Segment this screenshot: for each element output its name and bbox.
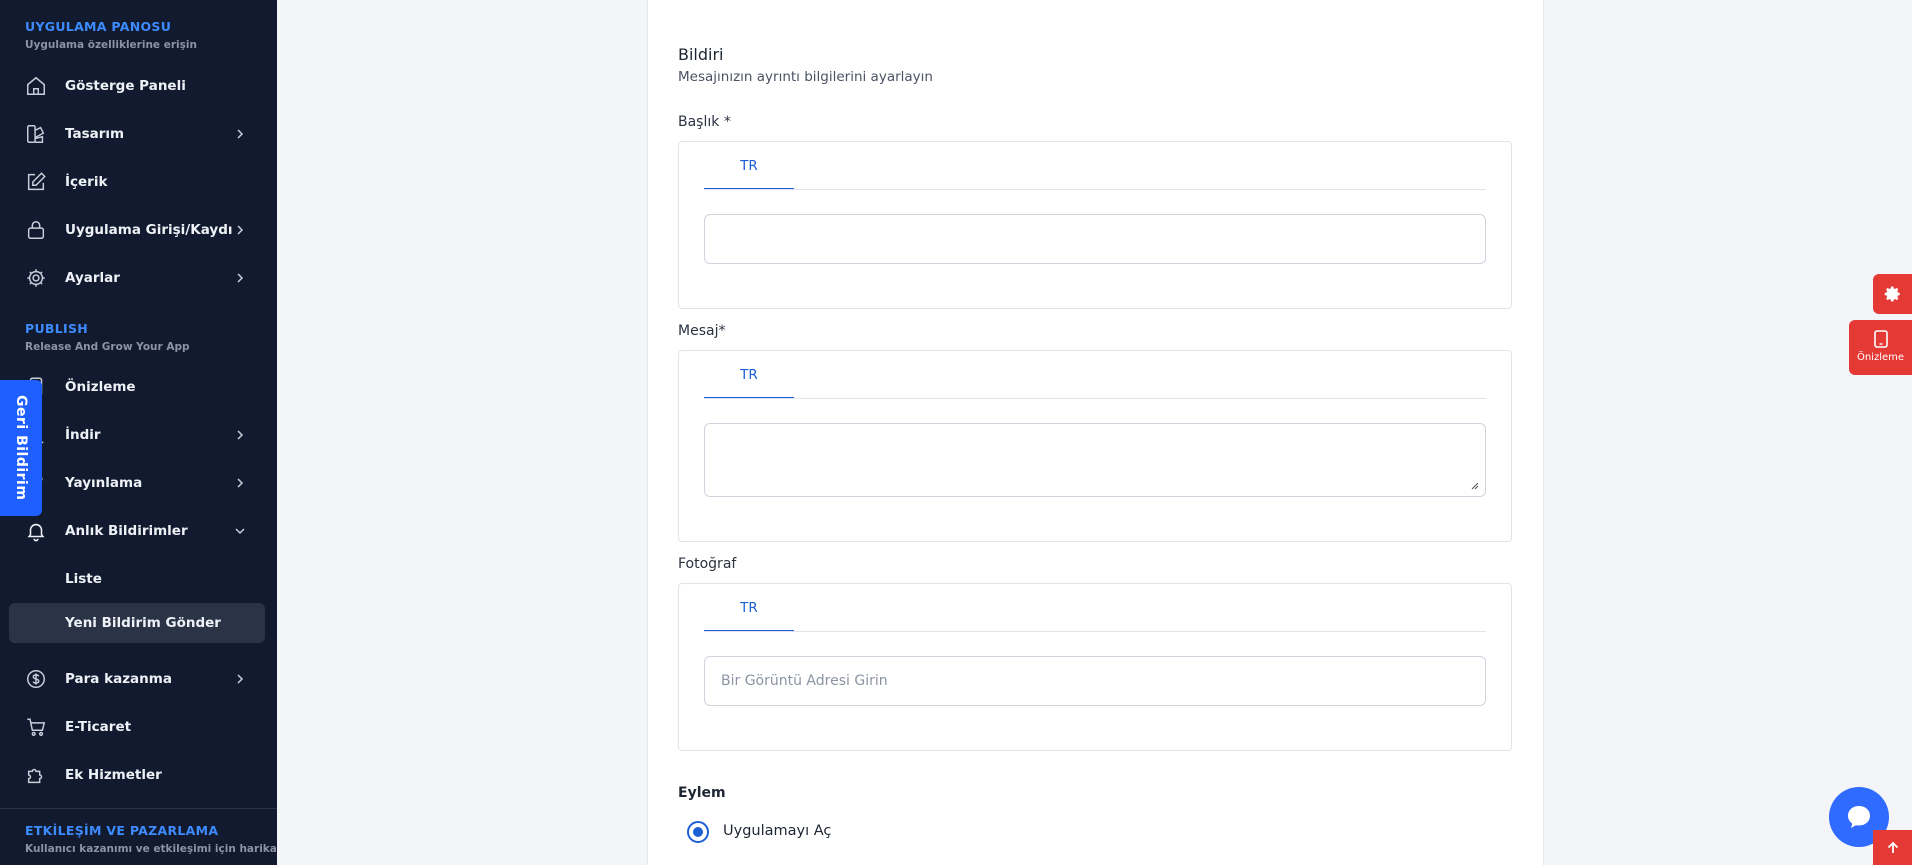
cart-icon: [25, 716, 47, 738]
message-textarea[interactable]: [704, 423, 1486, 497]
photo-field-box: TR: [678, 583, 1512, 751]
sidebar-item-label: Ayarlar: [65, 270, 120, 286]
feedback-tab[interactable]: Geri Bildirim: [0, 380, 42, 516]
sidebar-subitem-list[interactable]: Liste: [65, 571, 102, 587]
sidebar-item-push-notifications[interactable]: Anlık Bildirimler: [0, 511, 277, 551]
page-title: Bildiri: [678, 45, 724, 64]
photo-field-label: Fotoğraf: [678, 556, 737, 572]
puzzle-icon: [25, 764, 47, 786]
section-subtitle-app-dashboard: Uygulama özelliklerine erişin: [25, 39, 197, 51]
tab-underline: [704, 398, 1486, 399]
section-subtitle-engagement: Kullanıcı kazanımı ve etkileşimi için ha…: [25, 843, 277, 855]
title-input[interactable]: [704, 214, 1486, 264]
preview-float-label: Önizleme: [1856, 352, 1905, 363]
feedback-label: Geri Bildirim: [13, 395, 29, 501]
sidebar-item-content[interactable]: İçerik: [0, 162, 277, 202]
gear-icon: [25, 267, 47, 289]
arrow-up-icon: [1887, 841, 1898, 853]
section-subtitle-publish: Release And Grow Your App: [25, 341, 190, 353]
sidebar-item-label: Uygulama Girişi/Kaydı: [65, 222, 233, 238]
sidebar-item-login[interactable]: Uygulama Girişi/Kaydı: [0, 210, 277, 250]
sidebar-item-label: Gösterge Paneli: [65, 78, 186, 94]
chevron-right-icon: [234, 429, 246, 441]
sidebar-item-ecommerce[interactable]: E-Ticaret: [0, 707, 277, 747]
sidebar-item-monetize[interactable]: Para kazanma: [0, 659, 277, 699]
scroll-top-button[interactable]: [1873, 830, 1912, 865]
sidebar-item-label: Tasarım: [65, 126, 125, 142]
section-title-engagement: ETKİLEŞİM VE PAZARLAMA: [25, 823, 219, 838]
sidebar-item-label: E-Ticaret: [65, 719, 132, 735]
tab-underline: [704, 631, 1486, 632]
sidebar-item-dashboard[interactable]: Gösterge Paneli: [0, 66, 277, 106]
sidebar-item-label: Anlık Bildirimler: [65, 523, 188, 539]
open-app-radio[interactable]: [687, 821, 709, 843]
chevron-right-icon: [234, 673, 246, 685]
section-title-publish: PUBLISH: [25, 321, 89, 336]
palette-icon: [25, 123, 47, 145]
settings-float-button[interactable]: [1873, 274, 1912, 314]
tab-tr[interactable]: TR: [704, 600, 794, 616]
sidebar-item-label: Yayınlama: [65, 475, 143, 491]
home-icon: [25, 75, 47, 97]
phone-icon: [1874, 330, 1888, 348]
chevron-right-icon: [234, 272, 246, 284]
page-subtitle: Mesajınızın ayrıntı bilgilerini ayarlayı…: [678, 69, 933, 85]
preview-float-button[interactable]: Önizleme: [1849, 320, 1912, 375]
dollar-icon: [25, 668, 47, 690]
sidebar-item-label: Para kazanma: [65, 671, 172, 687]
sidebar-item-settings[interactable]: Ayarlar: [0, 258, 277, 298]
message-field-label: Mesaj*: [678, 323, 726, 339]
chat-bubble-icon: [1848, 806, 1870, 828]
tab-tr[interactable]: TR: [704, 158, 794, 174]
sidebar-divider: [0, 808, 277, 809]
sidebar-subitem-new-notification[interactable]: Yeni Bildirim Gönder: [65, 615, 221, 631]
title-field-box: TR: [678, 141, 1512, 309]
chevron-right-icon: [234, 128, 246, 140]
title-field-label: Başlık *: [678, 114, 731, 130]
sidebar-item-label: İndir: [65, 427, 101, 443]
gear-icon: [1884, 286, 1900, 302]
sidebar-item-addons[interactable]: Ek Hizmetler: [0, 755, 277, 795]
lock-icon: [25, 219, 47, 241]
resize-grip-icon[interactable]: [1469, 480, 1479, 490]
image-url-input[interactable]: [704, 656, 1486, 706]
action-label: Eylem: [678, 785, 726, 801]
sidebar-item-label: Önizleme: [65, 379, 136, 395]
edit-icon: [25, 171, 47, 193]
message-field-box: TR: [678, 350, 1512, 542]
chevron-right-icon: [234, 477, 246, 489]
open-app-radio-label[interactable]: Uygulamayı Aç: [723, 823, 831, 839]
sidebar-item-label: Ek Hizmetler: [65, 767, 162, 783]
tab-tr[interactable]: TR: [704, 367, 794, 383]
bell-icon: [25, 520, 47, 542]
sidebar-item-label: İçerik: [65, 174, 108, 190]
tab-underline: [704, 189, 1486, 190]
section-title-app-dashboard: UYGULAMA PANOSU: [25, 19, 172, 34]
sidebar-item-design[interactable]: Tasarım: [0, 114, 277, 154]
chevron-right-icon: [234, 224, 246, 236]
chevron-down-icon: [234, 525, 246, 537]
